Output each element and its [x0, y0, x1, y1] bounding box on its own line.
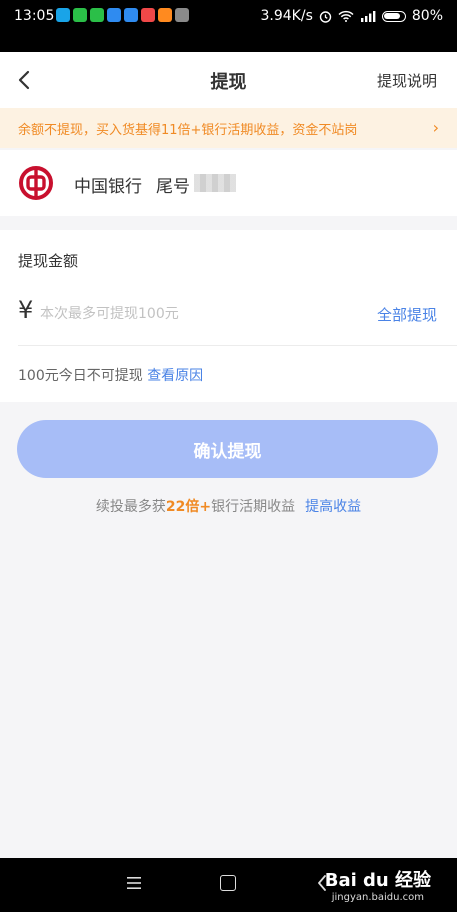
- home-icon[interactable]: [220, 875, 236, 891]
- promo-notice-banner[interactable]: 余额不提现，买入货基得11倍+银行活期收益，资金不站岗 ›: [0, 108, 457, 148]
- withdraw-help-link[interactable]: 提现说明: [377, 70, 437, 91]
- status-right-group: 3.94K/s 80%: [261, 8, 444, 24]
- promo-plus: +: [199, 499, 212, 515]
- alarm-icon: [319, 10, 332, 23]
- view-reason-link[interactable]: 查看原因: [147, 368, 203, 384]
- increase-return-link[interactable]: 提高收益: [305, 499, 361, 515]
- notice-text: 余额不提现，买入货基得11倍+银行活期收益，资金不站岗: [18, 123, 358, 138]
- network-speed: 3.94K/s: [260, 8, 313, 24]
- notification-app-icons: [56, 8, 189, 22]
- bank-card-row[interactable]: 中国银行 尾号: [0, 150, 457, 216]
- currency-symbol: ¥: [18, 296, 34, 324]
- menu-icon[interactable]: [126, 876, 142, 890]
- status-time: 13:05: [14, 8, 55, 24]
- watermark-brand: Bai du 经验: [324, 870, 431, 891]
- calendar-notification-icon: [141, 8, 155, 22]
- card-number-mask: [194, 174, 236, 192]
- watermark-url: jingyan.baidu.com: [331, 892, 424, 903]
- bank-name: 中国银行: [74, 177, 142, 197]
- amount-label: 提现金额: [18, 252, 79, 270]
- reinvest-promo: 续投最多获22倍+银行活期收益 提高收益: [0, 496, 457, 516]
- system-nav-bar: Bai du 经验 jingyan.baidu.com: [0, 858, 457, 912]
- withdraw-all-button[interactable]: 全部提现: [377, 304, 437, 325]
- limit-text: 100元今日不可提现: [18, 368, 143, 384]
- amount-input[interactable]: [40, 302, 340, 326]
- battery-percent: 80%: [411, 8, 443, 24]
- wechat-notification-icon: [73, 8, 87, 22]
- app-notification-icon: [124, 8, 138, 22]
- signal-icon: [360, 11, 376, 22]
- promo-prefix: 续投最多获: [95, 499, 166, 515]
- baidu-jingyan-watermark: Bai du 经验 jingyan.baidu.com: [325, 866, 431, 903]
- promo-suffix: 银行活期收益: [211, 499, 296, 515]
- bank-of-china-logo-icon: [19, 166, 53, 200]
- app-notification-icon: [56, 8, 70, 22]
- promo-highlight: 22倍: [165, 499, 200, 515]
- app-notification-icon: [107, 8, 121, 22]
- battery-icon: [381, 10, 406, 22]
- divider: [18, 345, 457, 346]
- app-notification-icon: [158, 8, 172, 22]
- withdraw-amount-section: 提现金额 ¥ 全部提现 100元今日不可提现 查看原因: [0, 230, 457, 402]
- status-bar: 13:05 3.94K/s 80%: [0, 0, 457, 52]
- withdraw-limit-info: 100元今日不可提现 查看原因: [18, 365, 203, 385]
- confirm-withdraw-button[interactable]: 确认提现: [17, 420, 438, 478]
- wifi-icon: [338, 10, 354, 22]
- chevron-right-icon: ›: [432, 118, 439, 137]
- wechat-notification-icon: [90, 8, 104, 22]
- top-nav-bar: 提现 提现说明: [0, 52, 457, 108]
- app-notification-icon: [175, 8, 189, 22]
- card-tail-label: 尾号: [156, 177, 190, 197]
